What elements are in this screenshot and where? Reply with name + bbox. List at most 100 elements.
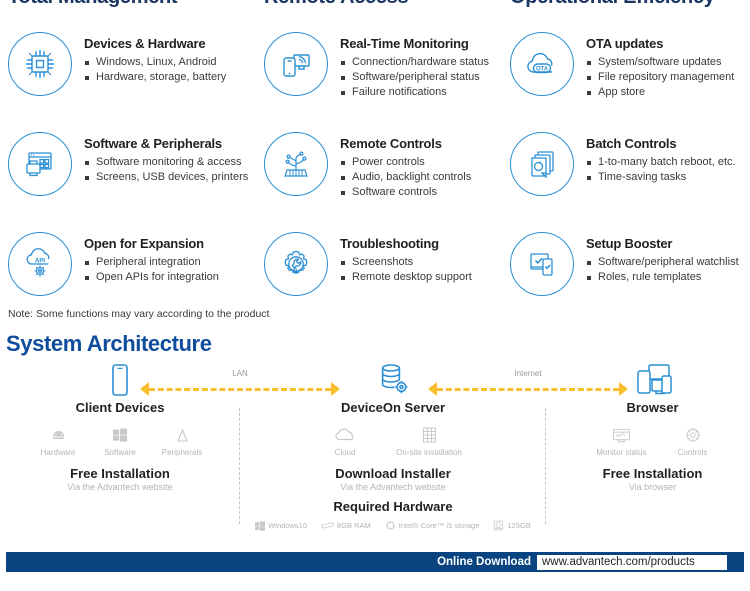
android-icon (27, 425, 89, 445)
browser-install-sub: Via browser (628, 482, 677, 492)
hardware-label: Windows10 (268, 521, 308, 530)
feature-text: Open for Expansion Peripheral integratio… (84, 228, 219, 285)
feature-text: Devices & Hardware Windows, Linux, Andro… (84, 28, 226, 85)
realtime-monitor-icon (264, 32, 328, 96)
feature-card-real-time-monitoring: Real-Time Monitoring Connection/hardware… (250, 28, 500, 128)
feature-text: Troubleshooting Screenshots Remote deskt… (340, 228, 472, 285)
feature-title: Setup Booster (586, 236, 673, 251)
subicon-label: Monitor status (596, 448, 647, 457)
feature-bullet: File repository management (586, 70, 734, 85)
feature-title: Real-Time Monitoring (340, 36, 469, 51)
feature-text: Software & Peripherals Software monitori… (84, 128, 248, 185)
online-download-label: Online Download (437, 556, 531, 568)
subicon-onsite-installation: On-site installation (381, 425, 477, 457)
feature-bullet: Time-saving tasks (586, 170, 736, 185)
feature-bullet: Screens, USB devices, printers (84, 170, 248, 185)
feature-bullets: Power controls Audio, backlight controls… (340, 155, 471, 200)
monitor-status-icon (582, 425, 662, 445)
feature-card-remote-controls: Remote Controls Power controls Audio, ba… (250, 128, 500, 228)
feature-bullets: Windows, Linux, Android Hardware, storag… (84, 55, 226, 85)
feature-text: Remote Controls Power controls Audio, ba… (340, 128, 471, 200)
feature-title: Open for Expansion (84, 236, 204, 251)
feature-bullets: Connection/hardware status Software/peri… (340, 55, 489, 100)
batch-controls-icon (510, 132, 574, 196)
client-install-sub: Via the Advantech website (67, 482, 173, 492)
feature-bullet: Peripheral integration (84, 255, 219, 270)
feature-text: Batch Controls 1-to-many batch reboot, e… (586, 128, 736, 185)
feature-bullet: Screenshots (340, 255, 472, 270)
subicon-label: Cloud (334, 448, 356, 457)
feature-bullet: 1-to-many batch reboot, etc. (586, 155, 736, 170)
subicon-label: Software (104, 448, 136, 457)
link-lan-label: LAN (232, 369, 248, 378)
product-note: Note: Some functions may vary according … (8, 308, 270, 320)
feature-bullet: Software controls (340, 185, 471, 200)
feature-title: Batch Controls (586, 136, 677, 151)
feature-title: Devices & Hardware (84, 36, 206, 51)
subicon-label: Peripherals (161, 448, 203, 457)
browser-subicons: Monitor status Controls (560, 425, 745, 457)
feature-bullet: Software monitoring & access (84, 155, 248, 170)
feature-title: Troubleshooting (340, 236, 439, 251)
software-peripherals-icon (8, 132, 72, 196)
server-installer-title: Download Installer (335, 466, 451, 481)
hardware-item-cpu: Intel® Core™ i5 storage (385, 520, 480, 531)
feature-card-batch-controls: Batch Controls 1-to-many batch reboot, e… (500, 128, 750, 228)
feature-card-devices-hardware: Devices & Hardware Windows, Linux, Andro… (0, 28, 250, 128)
feature-bullets: Software monitoring & access Screens, US… (84, 155, 248, 185)
windows-icon (255, 520, 266, 531)
feature-title: Software & Peripherals (84, 136, 222, 151)
feature-card-setup-booster: Setup Booster Software/peripheral watchl… (500, 228, 750, 328)
controls-gear-icon (662, 425, 724, 445)
feature-bullets: Peripheral integration Open APIs for int… (84, 255, 219, 285)
multi-device-browser-icon (560, 362, 745, 398)
subicon-label: On-site installation (396, 448, 462, 457)
hardware-label: Intel® Core™ i5 storage (398, 521, 480, 530)
feature-text: Setup Booster Software/peripheral watchl… (586, 228, 739, 285)
node-title: Client Devices (75, 400, 165, 415)
chip-icon (8, 32, 72, 96)
feature-bullet: Roles, rule templates (586, 270, 739, 285)
remote-controls-icon (264, 132, 328, 196)
node-browser: Browser Monitor status Controls Free Ins… (560, 362, 745, 492)
feature-bullet: Software/peripheral watchlist (586, 255, 739, 270)
hardware-item-ram: 8GB RAM (321, 521, 371, 530)
onsite-server-icon (381, 425, 477, 445)
svg-text:API: API (35, 259, 45, 265)
feature-bullets: 1-to-many batch reboot, etc. Time-saving… (586, 155, 736, 185)
subicon-peripherals: Peripherals (151, 425, 213, 457)
browser-install-title: Free Installation (602, 466, 703, 481)
system-architecture-title: System Architecture (6, 331, 212, 356)
client-subicons: Hardware Software Peripherals (10, 425, 230, 457)
online-download-url[interactable]: www.advantech.com/products (537, 554, 727, 570)
feature-bullet: Power controls (340, 155, 471, 170)
feature-bullet: System/software updates (586, 55, 734, 70)
feature-bullet: Audio, backlight controls (340, 170, 471, 185)
feature-card-troubleshooting: Troubleshooting Screenshots Remote deskt… (250, 228, 500, 328)
storage-icon (493, 520, 504, 531)
divider-right (545, 408, 546, 524)
troubleshooting-gear-icon (264, 232, 328, 296)
feature-title: OTA updates (586, 36, 664, 51)
feature-bullet: Failure notifications (340, 85, 489, 100)
ram-icon (321, 521, 334, 530)
node-deviceon-server: DeviceOn Server Cloud On-site installati… (248, 362, 538, 531)
feature-bullet: Open APIs for integration (84, 270, 219, 285)
divider-left (239, 408, 240, 524)
svg-text:OTA: OTA (536, 66, 549, 72)
node-title: DeviceOn Server (340, 400, 446, 415)
windows-icon (89, 425, 151, 445)
node-client-devices: Client Devices Hardware Software Periphe… (10, 362, 230, 492)
feature-title: Remote Controls (340, 136, 442, 151)
server-subicons: Cloud On-site installation (248, 425, 538, 457)
client-install-title: Free Installation (70, 466, 170, 481)
server-hardware-list: Windows10 8GB RAM Intel® Core™ i5 storag… (248, 520, 538, 531)
feature-bullet: Windows, Linux, Android (84, 55, 226, 70)
node-title: Browser (626, 400, 679, 415)
database-server-icon (248, 362, 538, 398)
subicon-label: Controls (677, 448, 708, 457)
online-download-bar: Online Download www.advantech.com/produc… (6, 552, 744, 572)
feature-grid: Devices & Hardware Windows, Linux, Andro… (0, 28, 750, 328)
feature-card-ota-updates: OTA OTA updates System/software updates … (500, 28, 750, 128)
column-header-remote-access: Remote Access (250, 0, 500, 12)
